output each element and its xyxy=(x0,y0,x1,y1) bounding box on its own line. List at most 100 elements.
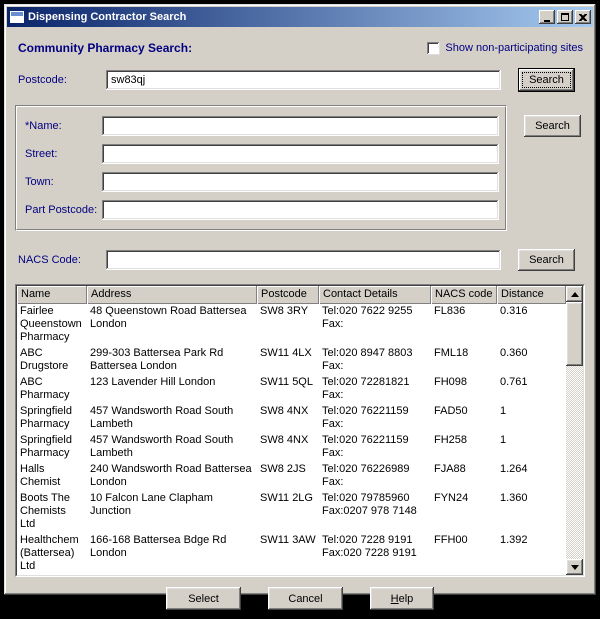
table-row[interactable]: ABC Pharmacy 123 Lavender Hill London SW… xyxy=(17,375,566,404)
cell-nacs: FFH00 xyxy=(431,533,497,575)
cell-postcode: SW8 4NX xyxy=(257,433,319,462)
cell-nacs: FML18 xyxy=(431,346,497,375)
cell-distance: 1 xyxy=(497,404,566,433)
scroll-down-button[interactable] xyxy=(566,559,583,575)
name-search-groupbox: *Name: Street: Town: Part Postcode: xyxy=(15,105,507,231)
dialog-content: Community Pharmacy Search: Show non-part… xyxy=(4,30,596,619)
cell-name: Halls Chemist xyxy=(17,462,87,491)
cell-tel: Tel:020 72281821 xyxy=(322,376,428,389)
cell-address: 299-303 Battersea Park Rd Battersea Lond… xyxy=(87,346,257,375)
cell-distance: 0.316 xyxy=(497,304,566,346)
street-input[interactable] xyxy=(102,144,499,164)
cell-postcode: SW8 2JS xyxy=(257,462,319,491)
cell-fax: Fax: xyxy=(322,318,428,331)
cell-name: Boots The Chemists Ltd xyxy=(17,491,87,533)
scroll-up-icon xyxy=(571,292,579,297)
select-button[interactable]: Select xyxy=(166,587,241,610)
cell-contact: Tel:020 76226989 Fax: xyxy=(319,462,431,491)
scrollbar-thumb[interactable] xyxy=(566,302,583,366)
table-row[interactable]: Springfield Pharmacy 457 Wandsworth Road… xyxy=(17,404,566,433)
cell-name: ABC Drugstore xyxy=(17,346,87,375)
cell-address: 457 Wandsworth Road South Lambeth xyxy=(87,433,257,462)
cell-tel: Tel:020 76221159 xyxy=(322,405,428,418)
cell-contact: Tel:020 7228 9191 Fax:020 7228 9191 xyxy=(319,533,431,575)
window-title: Dispensing Contractor Search xyxy=(28,11,539,23)
cell-distance: 1.264 xyxy=(497,462,566,491)
column-header-postcode[interactable]: Postcode xyxy=(257,286,319,304)
title-bar[interactable]: Dispensing Contractor Search xyxy=(7,7,593,27)
cell-postcode: SW8 4NX xyxy=(257,404,319,433)
cell-tel: Tel:020 76221159 xyxy=(322,434,428,447)
cell-fax: Fax: xyxy=(322,418,428,431)
scroll-down-icon xyxy=(571,565,579,570)
cell-name: Fairlee Queenstown Pharmacy xyxy=(17,304,87,346)
show-nonparticipating-checkbox[interactable] xyxy=(427,42,440,55)
table-row[interactable]: Springfield Pharmacy 457 Wandsworth Road… xyxy=(17,433,566,462)
table-row[interactable]: Healthchem (Battersea) Ltd 166-168 Batte… xyxy=(17,533,566,575)
table-row[interactable]: ABC Drugstore 299-303 Battersea Park Rd … xyxy=(17,346,566,375)
cell-address: 10 Falcon Lane Clapham Junction xyxy=(87,491,257,533)
name-input[interactable] xyxy=(102,116,499,136)
cell-distance: 0.761 xyxy=(497,375,566,404)
show-nonparticipating-label: Show non-participating sites xyxy=(445,42,583,54)
cell-address: 123 Lavender Hill London xyxy=(87,375,257,404)
nacs-code-input[interactable] xyxy=(106,250,501,270)
cell-address: 48 Queenstown Road Battersea London xyxy=(87,304,257,346)
scroll-up-button[interactable] xyxy=(566,286,583,302)
cell-tel: Tel:020 7622 9255 xyxy=(322,305,428,318)
table-row[interactable]: Halls Chemist 240 Wandsworth Road Batter… xyxy=(17,462,566,491)
column-header-contact[interactable]: Contact Details xyxy=(319,286,431,304)
cell-address: 457 Wandsworth Road South Lambeth xyxy=(87,404,257,433)
maximize-button[interactable] xyxy=(557,10,573,24)
cell-postcode: SW11 2LG xyxy=(257,491,319,533)
close-button[interactable] xyxy=(575,10,591,24)
column-header-address[interactable]: Address xyxy=(87,286,257,304)
cell-fax: Fax: xyxy=(322,476,428,489)
nacs-code-label: NACS Code: xyxy=(15,254,106,266)
column-header-name[interactable]: Name xyxy=(17,286,87,304)
cell-nacs: FJA88 xyxy=(431,462,497,491)
cell-contact: Tel:020 72281821 Fax: xyxy=(319,375,431,404)
column-header-distance[interactable]: Distance xyxy=(497,286,566,304)
minimize-button[interactable] xyxy=(539,10,555,24)
postcode-input[interactable] xyxy=(106,70,501,90)
name-search-button[interactable]: Search xyxy=(524,115,581,137)
cell-nacs: FYN24 xyxy=(431,491,497,533)
town-input[interactable] xyxy=(102,172,499,192)
cell-name: Springfield Pharmacy xyxy=(17,404,87,433)
part-postcode-input[interactable] xyxy=(102,200,499,220)
cell-contact: Tel:020 79785960 Fax:0207 978 7148 xyxy=(319,491,431,533)
results-header: Name Address Postcode Contact Details NA… xyxy=(17,286,566,304)
cell-postcode: SW11 3AW xyxy=(257,533,319,575)
cell-name: Springfield Pharmacy xyxy=(17,433,87,462)
window-icon xyxy=(10,11,24,23)
cell-postcode: SW11 4LX xyxy=(257,346,319,375)
street-label: Street: xyxy=(25,148,102,160)
cell-distance: 0.360 xyxy=(497,346,566,375)
scrollbar-track[interactable] xyxy=(566,366,583,559)
postcode-search-button[interactable]: Search xyxy=(518,68,575,92)
table-row[interactable]: Boots The Chemists Ltd 10 Falcon Lane Cl… xyxy=(17,491,566,533)
cell-tel: Tel:020 7228 9191 xyxy=(322,534,428,547)
cancel-button[interactable]: Cancel xyxy=(268,587,343,610)
town-label: Town: xyxy=(25,176,102,188)
show-nonparticipating-row: Show non-participating sites xyxy=(427,42,583,55)
table-row[interactable]: Fairlee Queenstown Pharmacy 48 Queenstow… xyxy=(17,304,566,346)
cell-contact: Tel:020 76221159 Fax: xyxy=(319,404,431,433)
cell-contact: Tel:020 7622 9255 Fax: xyxy=(319,304,431,346)
page-title: Community Pharmacy Search: xyxy=(18,41,192,55)
part-postcode-label: Part Postcode: xyxy=(25,204,102,216)
nacs-search-button[interactable]: Search xyxy=(518,249,575,271)
maximize-icon xyxy=(561,13,569,21)
cell-distance: 1 xyxy=(497,433,566,462)
cell-fax: Fax:020 7228 9191 xyxy=(322,547,428,560)
cell-contact: Tel:020 8947 8803 Fax: xyxy=(319,346,431,375)
cell-nacs: FH098 xyxy=(431,375,497,404)
vertical-scrollbar[interactable] xyxy=(566,286,583,575)
dialog-window: Dispensing Contractor Search Community P… xyxy=(4,4,596,595)
cell-distance: 1.392 xyxy=(497,533,566,575)
cell-postcode: SW8 3RY xyxy=(257,304,319,346)
column-header-nacs[interactable]: NACS code xyxy=(431,286,497,304)
help-button[interactable]: Help xyxy=(370,587,434,610)
cell-fax: Fax: xyxy=(322,389,428,402)
